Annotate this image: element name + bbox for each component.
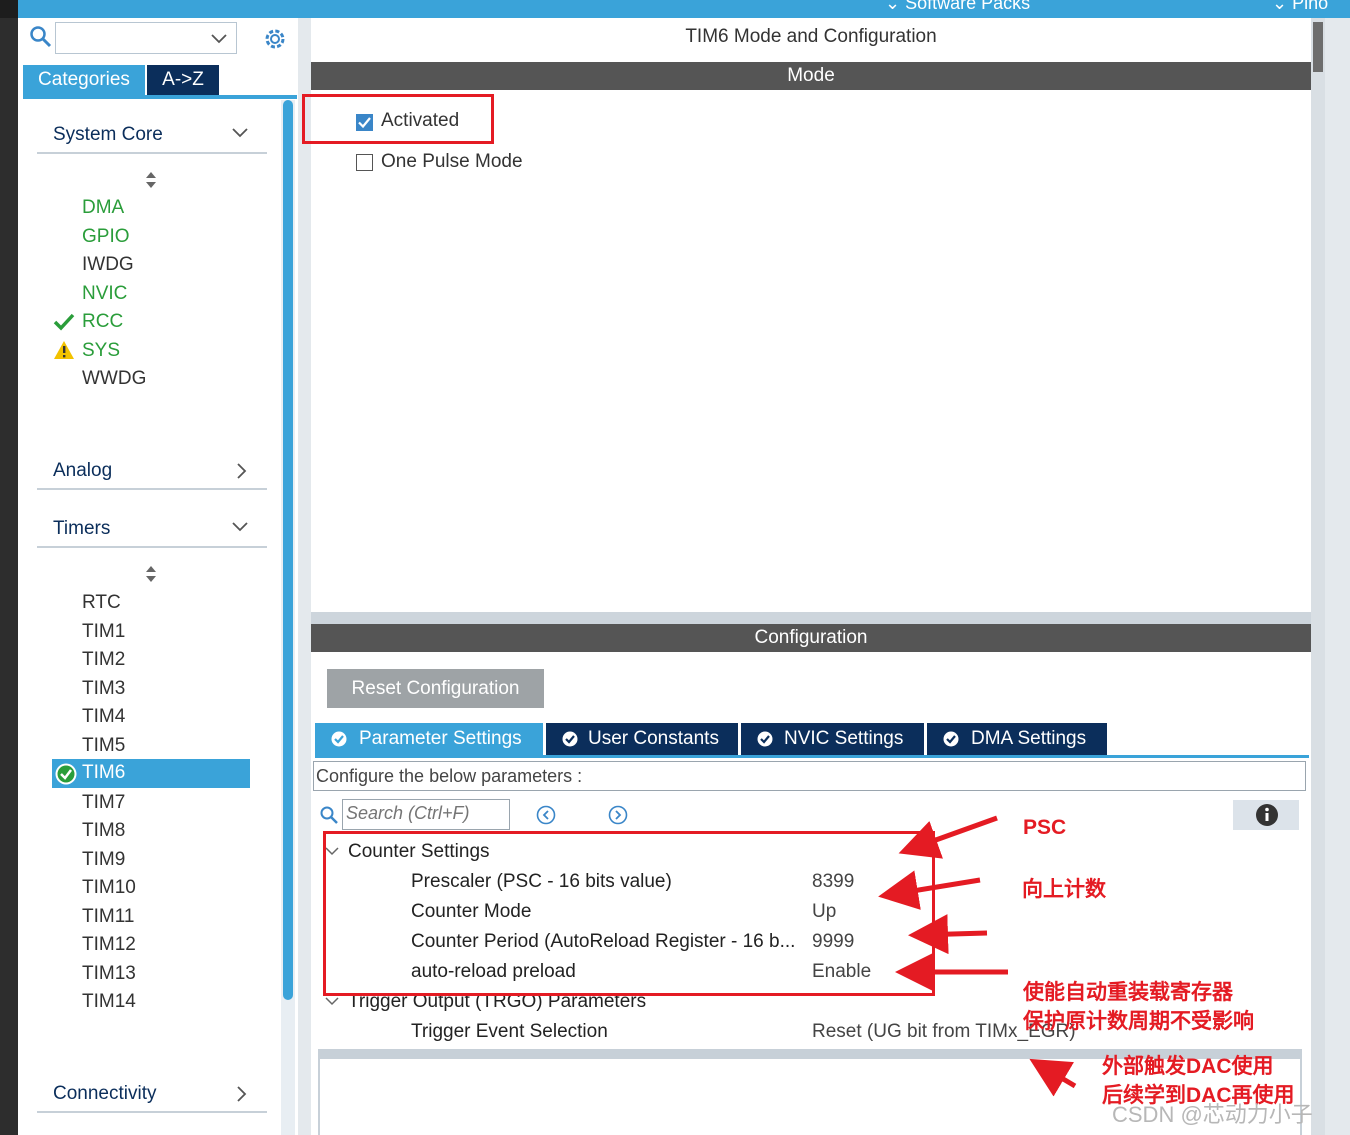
- annotation-count-up: 向上计数: [1022, 878, 1106, 901]
- annotation-trgo-line1: 外部触发DAC使用: [1102, 1055, 1274, 1078]
- annotation-arr-line1: 使能自动重装载寄存器: [1023, 981, 1233, 1004]
- arrow-counter-period: [908, 914, 988, 955]
- arrow-psc: [898, 815, 998, 859]
- annotation-psc: PSC: [1023, 816, 1067, 839]
- annotation-arrows: [878, 815, 1077, 1097]
- arrow-trgo: [1029, 1058, 1077, 1097]
- watermark: CSDN @芯动力小子: [1112, 1102, 1313, 1127]
- annotation-arr-line2: 保护原计数周期不受影响: [1023, 1010, 1254, 1033]
- arrow-counter-mode: [878, 870, 981, 910]
